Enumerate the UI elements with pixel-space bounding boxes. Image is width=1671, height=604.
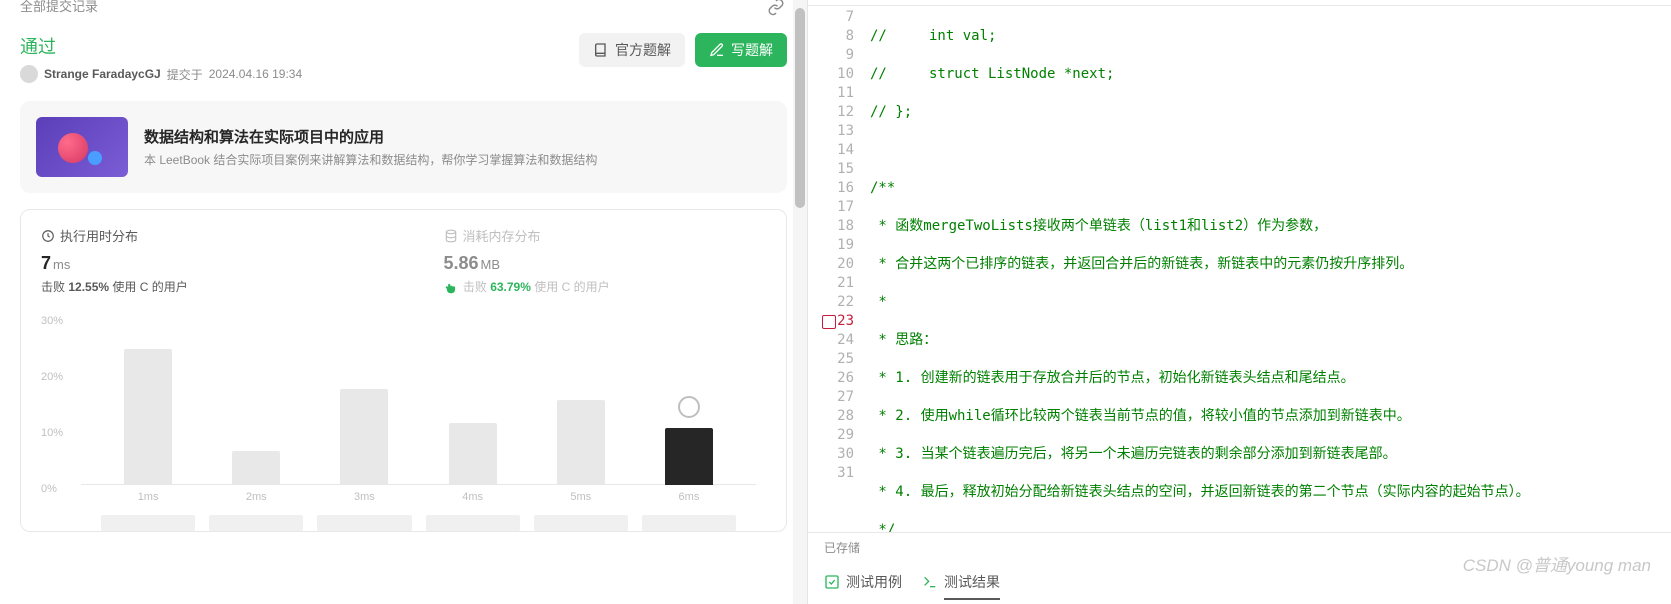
chart-bar[interactable] — [534, 400, 628, 485]
promo-card[interactable]: 数据结构和算法在实际项目中的应用 本 LeetBook 结合实际项目案例来讲解算… — [20, 101, 787, 193]
promo-image — [36, 117, 128, 177]
chart-x-label: 3ms — [317, 491, 411, 503]
memory-value: 5.86MB — [444, 253, 767, 274]
chart-x-label: 2ms — [209, 491, 303, 503]
memory-label[interactable]: 消耗内存分布 — [444, 226, 767, 245]
code-editor[interactable]: 7891011121314151617181920212223242526272… — [808, 6, 1671, 532]
edit-icon — [709, 42, 725, 58]
write-solution-button[interactable]: 写题解 — [695, 33, 787, 67]
hand-icon — [444, 281, 458, 295]
terminal-icon — [922, 574, 938, 590]
left-pane: 全部提交记录 通过 Strange FaradaycGJ 提交于 2024.04… — [0, 0, 808, 604]
breadcrumb[interactable]: 全部提交记录 — [0, 0, 807, 15]
chart-bar[interactable] — [209, 451, 303, 485]
runtime-value: 7ms — [41, 253, 364, 274]
official-solution-button[interactable]: 官方题解 — [579, 33, 685, 67]
chart-x-label: 5ms — [534, 491, 628, 503]
scrollbar-thumb[interactable] — [795, 8, 805, 208]
chart-bar[interactable] — [101, 349, 195, 485]
memory-beat: 击败 63.79% 使用 C 的用户 — [444, 278, 767, 295]
watermark: CSDN @普通young man — [1463, 551, 1651, 576]
username[interactable]: Strange FaradaycGJ — [44, 67, 161, 81]
chart-marker — [678, 396, 700, 418]
right-pane: 7891011121314151617181920212223242526272… — [808, 0, 1671, 604]
chart-bar[interactable] — [426, 423, 520, 485]
runtime-chart: 30% 20% 10% 0% 1ms2ms3ms4ms5ms6ms — [41, 315, 766, 515]
stats-card: 执行用时分布 7ms 击败 12.55% 使用 C 的用户 消耗内存分布 — [20, 209, 787, 532]
promo-desc: 本 LeetBook 结合实际项目案例来讲解算法和数据结构，帮你学习掌握算法和数… — [144, 151, 771, 168]
chart-x-label: 4ms — [426, 491, 520, 503]
status-accepted: 通过 — [20, 33, 302, 59]
chart-bar[interactable] — [642, 428, 736, 485]
book-icon — [593, 42, 609, 58]
promo-title: 数据结构和算法在实际项目中的应用 — [144, 126, 771, 147]
runtime-label: 执行用时分布 — [41, 226, 364, 245]
tab-testcases[interactable]: 测试用例 — [824, 566, 902, 598]
runtime-beat: 击败 12.55% 使用 C 的用户 — [41, 278, 364, 295]
chart-x-label: 6ms — [642, 491, 736, 503]
link-icon — [767, 0, 785, 16]
avatar[interactable] — [20, 65, 38, 83]
submitted-time: 2024.04.16 19:34 — [209, 67, 302, 81]
chart-bar[interactable] — [317, 389, 411, 485]
scrollbar-track[interactable] — [793, 0, 807, 604]
line-gutter: 7891011121314151617181920212223242526272… — [808, 6, 862, 532]
tab-test-result[interactable]: 测试结果 — [922, 566, 1000, 598]
clock-icon — [41, 229, 55, 243]
check-square-icon — [824, 574, 840, 590]
code-content[interactable]: // int val; // struct ListNode *next; //… — [862, 6, 1671, 532]
database-icon — [444, 229, 458, 243]
submitted-label: 提交于 — [167, 66, 203, 83]
chart-x-label: 1ms — [101, 491, 195, 503]
